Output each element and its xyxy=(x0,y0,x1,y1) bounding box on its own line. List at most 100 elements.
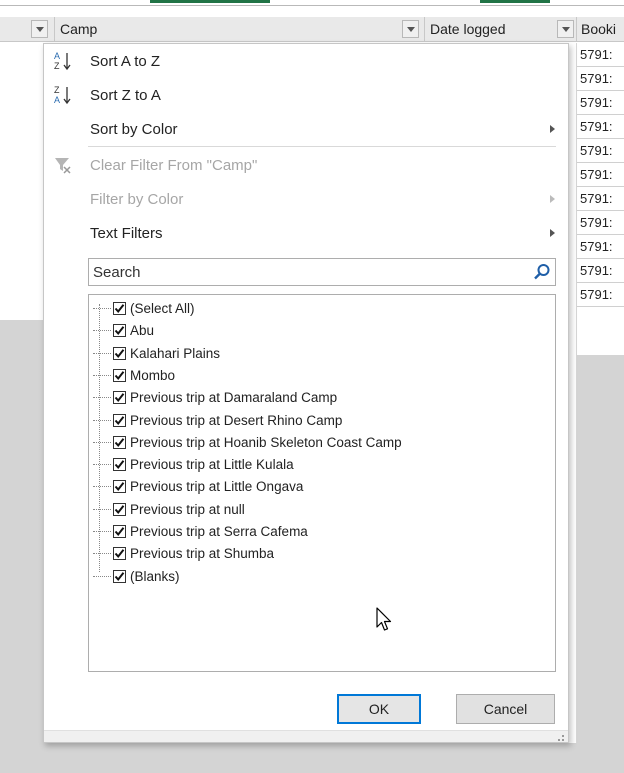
filter-item-label: Previous trip at Damaraland Camp xyxy=(130,390,338,406)
search-icon xyxy=(533,263,551,281)
resize-grip-icon[interactable] xyxy=(555,729,565,741)
filter-item-label: Previous trip at null xyxy=(130,501,245,517)
filter-list-item[interactable]: (Blanks) xyxy=(93,567,180,586)
menu-separator xyxy=(88,146,556,147)
tree-connector xyxy=(93,486,111,488)
tree-connector xyxy=(93,419,111,421)
filter-checkbox[interactable] xyxy=(113,368,126,382)
header-date-logged-label: Date logged xyxy=(430,21,506,37)
date-logged-filter-dropdown-button[interactable] xyxy=(557,20,574,38)
tree-connector xyxy=(93,531,111,532)
svg-text:A: A xyxy=(54,51,60,61)
tree-connector xyxy=(93,308,111,309)
booking-cell[interactable]: 5791: xyxy=(577,163,624,187)
header-booking-label: Booki xyxy=(581,21,617,37)
tree-connector xyxy=(93,441,111,443)
tree-connector xyxy=(93,575,111,577)
booking-cell[interactable]: 5791: xyxy=(577,187,624,211)
checkmark-icon xyxy=(114,460,125,470)
prev-column-filter-dropdown-button[interactable] xyxy=(31,20,48,38)
sort-a-to-z-menu-item[interactable]: A Z Sort A to Z xyxy=(44,44,568,78)
booking-cell[interactable]: 5791: xyxy=(577,43,624,67)
filter-list-item[interactable]: Mombo xyxy=(93,366,175,385)
filter-list-item[interactable]: Previous trip at Little Ongava xyxy=(93,477,303,496)
filter-checkbox[interactable] xyxy=(113,346,126,360)
camp-filter-dropdown-button[interactable] xyxy=(402,20,419,38)
svg-text:Z: Z xyxy=(54,85,60,95)
filter-checkbox[interactable] xyxy=(113,525,126,538)
filter-item-label: Previous trip at Little Kulala xyxy=(130,457,294,473)
tree-connector xyxy=(93,464,111,466)
checkmark-icon xyxy=(114,415,125,425)
filter-list-item[interactable]: Previous trip at Serra Cafema xyxy=(93,522,308,541)
checkmark-icon xyxy=(114,348,125,358)
filter-values-list[interactable]: (Select All) Abu Kalahari Plains Mombo Previ… xyxy=(88,294,556,672)
filter-checkbox[interactable] xyxy=(113,435,126,449)
filter-item-label: Previous trip at Hoanib Skeleton Coast C… xyxy=(130,434,402,450)
empty-grid-area xyxy=(43,743,577,773)
sort-z-to-a-label: Sort Z to A xyxy=(90,86,161,104)
filter-item-label: Kalahari Plains xyxy=(130,345,221,361)
sort-z-to-a-menu-item[interactable]: Z A Sort Z to A xyxy=(44,78,568,112)
filter-item-label: Previous trip at Desert Rhino Camp xyxy=(130,412,343,428)
booking-cell[interactable]: 5791: xyxy=(577,235,624,259)
filter-checkbox[interactable] xyxy=(113,547,126,561)
filter-checkbox[interactable] xyxy=(113,391,126,405)
tree-connector xyxy=(93,553,111,555)
search-input[interactable] xyxy=(89,259,519,285)
filter-checkbox[interactable] xyxy=(113,458,126,472)
filter-by-color-menu-item[interactable]: Filter by Color xyxy=(44,182,568,216)
booking-cell[interactable]: 5791: xyxy=(577,211,624,235)
booking-cell[interactable]: 5791: xyxy=(577,67,624,91)
booking-cell[interactable]: 5791: xyxy=(577,139,624,163)
filter-list-item[interactable]: Previous trip at Damaraland Camp xyxy=(93,388,337,407)
booking-cell[interactable]: 5791: xyxy=(577,283,624,307)
text-filters-label: Text Filters xyxy=(90,224,163,242)
filter-list-item[interactable]: Previous trip at Little Kulala xyxy=(93,455,294,474)
tree-connector xyxy=(93,397,111,399)
checkmark-icon xyxy=(114,304,125,314)
ok-button[interactable]: OK xyxy=(337,694,421,724)
checkmark-icon xyxy=(114,437,125,447)
header-cell-camp[interactable]: Camp xyxy=(55,17,425,42)
svg-text:A: A xyxy=(54,95,60,105)
filter-checkbox[interactable] xyxy=(113,569,126,583)
filter-list-item[interactable]: Kalahari Plains xyxy=(93,344,220,363)
empty-grid-area xyxy=(0,320,43,773)
mouse-pointer-icon xyxy=(375,606,393,634)
filter-list-item[interactable]: (Select All) xyxy=(93,299,195,318)
filter-list-item[interactable]: Previous trip at Desert Rhino Camp xyxy=(93,411,342,430)
booking-cell[interactable]: 5791: xyxy=(577,91,624,115)
filter-list-item[interactable]: Previous trip at Hoanib Skeleton Coast C… xyxy=(93,433,402,452)
filter-list-item[interactable]: Previous trip at Shumba xyxy=(93,544,274,563)
filter-checkbox[interactable] xyxy=(113,413,126,427)
clear-filter-menu-item[interactable]: Clear Filter From "Camp" xyxy=(44,148,568,182)
checkmark-icon xyxy=(114,527,125,537)
header-row: Camp Date logged Booki xyxy=(0,17,624,42)
checkmark-icon xyxy=(114,549,125,559)
resize-bar xyxy=(44,730,568,742)
booking-cell[interactable]: 5791: xyxy=(577,115,624,139)
autofilter-dropdown-panel: A Z Sort A to Z Z A Sort Z to A Sort by … xyxy=(43,43,569,743)
sort-a-to-z-label: Sort A to Z xyxy=(90,52,161,70)
booking-cell[interactable]: 5791: xyxy=(577,259,624,283)
filter-checkbox[interactable] xyxy=(113,324,126,338)
filter-item-label: Previous trip at Serra Cafema xyxy=(130,524,308,539)
filter-list-item[interactable]: Previous trip at null xyxy=(93,500,245,519)
checkmark-icon xyxy=(114,326,125,336)
header-cell-date-logged[interactable]: Date logged xyxy=(425,17,577,42)
cancel-button[interactable]: Cancel xyxy=(456,694,555,724)
sort-by-color-menu-item[interactable]: Sort by Color xyxy=(44,112,568,146)
filter-by-color-label: Filter by Color xyxy=(90,190,184,208)
filter-checkbox[interactable] xyxy=(113,502,126,516)
checkmark-icon xyxy=(114,371,125,380)
text-filters-menu-item[interactable]: Text Filters xyxy=(44,216,568,250)
checkmark-icon xyxy=(114,482,125,492)
tree-connector xyxy=(93,330,111,332)
filter-checkbox[interactable] xyxy=(113,302,126,315)
filter-list-item[interactable]: Abu xyxy=(93,321,154,340)
submenu-arrow-icon xyxy=(550,125,555,133)
header-cell-booking[interactable]: Booki xyxy=(577,17,624,42)
filter-checkbox[interactable] xyxy=(113,480,126,494)
search-field[interactable] xyxy=(88,258,556,286)
